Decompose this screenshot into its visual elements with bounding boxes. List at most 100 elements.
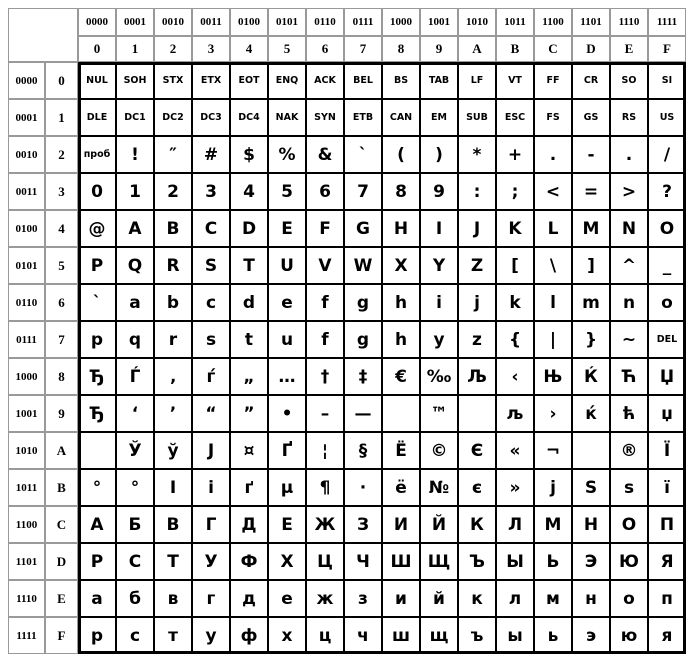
char-cell: 9 [420,173,458,210]
char-cell: в [154,580,192,617]
char-cell: ^ [610,247,648,284]
char-cell: T [230,247,268,284]
char-cell: ENQ [268,62,306,99]
column-header-hex: 5 [268,36,306,62]
char-cell: & [306,136,344,173]
char-cell: p [78,321,116,358]
char-cell: r [154,321,192,358]
char-cell: “ [192,395,230,432]
char-cell: ` [344,136,382,173]
char-cell: с [116,617,154,654]
char-cell: ю [610,617,648,654]
char-cell: Ц [306,543,344,580]
char-cell: а [78,580,116,617]
column-header-binary: 0000 [78,8,116,36]
char-cell: ® [610,432,648,469]
char-cell: щ [420,617,458,654]
char-cell: CR [572,62,610,99]
char-cell: проб [78,136,116,173]
column-header-binary: 1101 [572,8,610,36]
row-header-binary: 1101 [8,543,45,580]
char-cell: ™ [420,395,458,432]
char-cell: { [496,321,534,358]
char-cell: S [192,247,230,284]
char-cell: Љ [458,358,496,395]
char-cell: RS [610,99,648,136]
char-cell: GS [572,99,610,136]
char-cell: ETB [344,99,382,136]
char-cell: ч [344,617,382,654]
char-cell: ‡ [344,358,382,395]
char-cell: § [344,432,382,469]
column-header-binary: 1011 [496,8,534,36]
char-cell: В [154,506,192,543]
char-cell: c [192,284,230,321]
column-header-hex: 4 [230,36,268,62]
char-cell: ) [420,136,458,173]
char-cell: * [458,136,496,173]
char-cell: у [192,617,230,654]
row-header-hex: 9 [45,395,78,432]
char-cell: ” [230,395,268,432]
char-cell: j [458,284,496,321]
char-cell: X [382,247,420,284]
char-cell: US [648,99,686,136]
char-cell: DC4 [230,99,268,136]
char-cell: O [648,210,686,247]
char-cell: ѓ [192,358,230,395]
char-cell: А [78,506,116,543]
char-cell: ACK [306,62,344,99]
column-header-binary: 1110 [610,8,648,36]
char-cell: ¶ [306,469,344,506]
column-header-binary: 1000 [382,8,420,36]
row-header-binary: 1000 [8,358,45,395]
char-cell: 3 [192,173,230,210]
char-cell: NUL [78,62,116,99]
char-cell: NAK [268,99,306,136]
char-cell: ќ [572,395,610,432]
char-cell: х [268,617,306,654]
char-cell: ї [648,469,686,506]
char-cell: i [420,284,458,321]
char-cell: q [116,321,154,358]
char-cell: † [306,358,344,395]
char-cell: м [534,580,572,617]
char-cell: SYN [306,99,344,136]
char-cell: 6 [306,173,344,210]
char-cell: V [306,247,344,284]
char-cell: И [382,506,420,543]
char-cell: і [192,469,230,506]
char-cell: — [344,395,382,432]
char-cell: ¬ [534,432,572,469]
char-cell: % [268,136,306,173]
column-header-hex: B [496,36,534,62]
char-cell: ‹ [496,358,534,395]
char-cell: A [116,210,154,247]
char-cell: L [534,210,572,247]
char-cell: № [420,469,458,506]
char-cell: ° [116,469,154,506]
char-cell: Y [420,247,458,284]
char-cell: t [230,321,268,358]
char-cell: FS [534,99,572,136]
char-cell: е [268,580,306,617]
column-header-hex: 7 [344,36,382,62]
char-cell: Е [268,506,306,543]
char-cell: B [154,210,192,247]
row-header-binary: 0101 [8,247,45,284]
char-cell: Ъ [458,543,496,580]
char-cell: « [496,432,534,469]
char-cell: ¤ [230,432,268,469]
row-header-binary: 0111 [8,321,45,358]
char-cell: Ў [116,432,154,469]
char-cell: Ы [496,543,534,580]
column-header-hex: F [648,36,686,62]
row-header-hex: B [45,469,78,506]
row-header-hex: D [45,543,78,580]
column-header-hex: 0 [78,36,116,62]
char-cell: Q [116,247,154,284]
char-cell: › [534,395,572,432]
char-cell: Й [420,506,458,543]
row-header-hex: 2 [45,136,78,173]
char-cell: R [154,247,192,284]
